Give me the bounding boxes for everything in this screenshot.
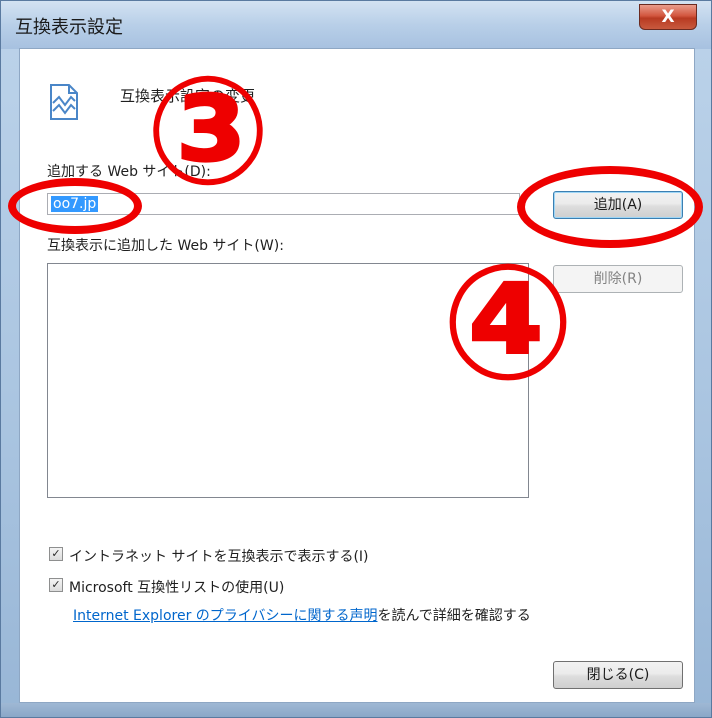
privacy-line: Internet Explorer のプライバシーに関する声明を読んで詳細を確認… — [73, 605, 531, 625]
check-icon: ✓ — [51, 547, 61, 560]
annotation-step-4: ④ — [440, 229, 576, 416]
privacy-link[interactable]: Internet Explorer のプライバシーに関する声明 — [73, 608, 378, 624]
window-title: 互換表示設定 — [15, 17, 123, 38]
close-icon: X — [661, 7, 675, 27]
title-bar[interactable]: 互換表示設定 X — [1, 1, 711, 49]
broken-page-icon — [47, 83, 81, 121]
window-bottom-frame — [1, 703, 711, 717]
added-sites-label: 互換表示に追加した Web サイト(W): — [47, 238, 284, 254]
dialog-window: 互換表示設定 X 互換表示設定の変更 追加する Web サイト(D): oo7.… — [0, 0, 712, 718]
intranet-checkbox-label[interactable]: イントラネット サイトを互換表示で表示する(I) — [69, 546, 369, 566]
close-window-button[interactable]: X — [639, 4, 697, 30]
intranet-checkbox[interactable]: ✓ — [49, 547, 63, 561]
check-icon: ✓ — [51, 578, 61, 591]
close-button[interactable]: 閉じる(C) — [553, 661, 683, 689]
ms-list-checkbox[interactable]: ✓ — [49, 578, 63, 592]
annotation-step-3: ③ — [144, 45, 272, 219]
privacy-suffix: を読んで詳細を確認する — [377, 608, 531, 624]
ms-list-checkbox-label[interactable]: Microsoft 互換性リストの使用(U) — [69, 577, 284, 597]
